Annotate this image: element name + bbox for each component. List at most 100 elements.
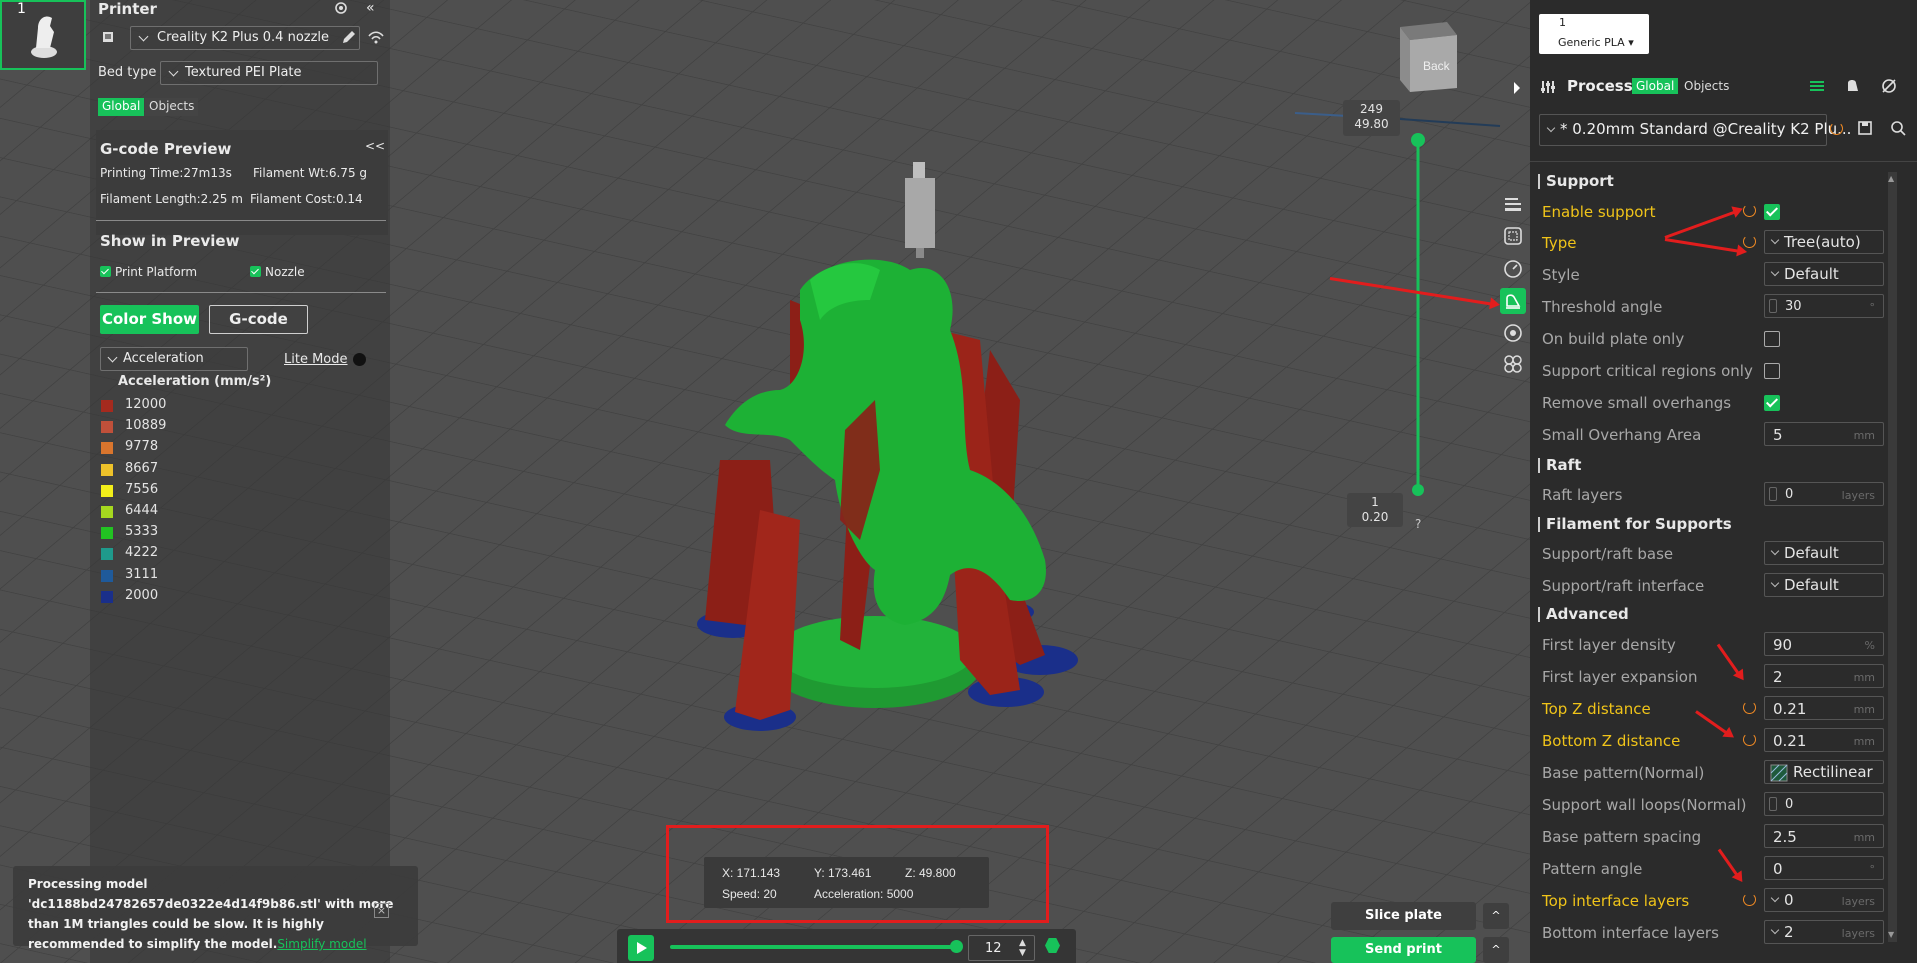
bed-type-select[interactable]: Textured PEI Plate	[160, 61, 378, 85]
printer-collapse-icon[interactable]: «	[366, 0, 375, 16]
color-show-button[interactable]: Color Show	[100, 305, 199, 334]
first-expansion-input[interactable]: 2 mm	[1764, 664, 1884, 688]
pattern-spacing-unit: mm	[1853, 831, 1875, 844]
raft-base-select[interactable]: Default	[1764, 541, 1884, 565]
raft-layers-input[interactable]: 0 layers	[1764, 482, 1884, 506]
pattern-angle-input[interactable]: 0 °	[1764, 856, 1884, 880]
slice-plate-button[interactable]: Slice plate	[1331, 902, 1476, 930]
filament-length: Filament Length:2.25 m	[100, 192, 243, 206]
build-plate-only-row: On build plate only	[1542, 323, 1887, 355]
advanced-toggle-icon[interactable]	[1844, 77, 1862, 95]
slice-options-button[interactable]: ^	[1483, 903, 1509, 929]
nozzle-checkbox[interactable]	[250, 266, 261, 277]
gcode-preview-collapse-icon[interactable]: <<	[365, 139, 385, 153]
legend-swatch	[101, 548, 113, 561]
reset-icon[interactable]	[1743, 893, 1756, 906]
box-select-icon[interactable]	[1503, 226, 1523, 246]
style-select[interactable]: Default	[1764, 262, 1884, 286]
help-icon[interactable]: ?	[1415, 517, 1421, 531]
more-settings-icon[interactable]	[1880, 77, 1898, 95]
stepper-icon[interactable]	[1769, 299, 1777, 313]
top-interface-input[interactable]: 0 layers	[1764, 888, 1884, 912]
preset-select[interactable]: * 0.20mm Standard @Creality K2 Plu...	[1539, 114, 1851, 146]
view-cube[interactable]: Back	[1400, 22, 1457, 92]
first-density-input[interactable]: 90%	[1764, 632, 1884, 656]
printer-icon	[103, 32, 113, 42]
speedometer-icon[interactable]	[1503, 258, 1523, 278]
gcode-button[interactable]: G-code	[209, 305, 308, 334]
layer-top-height: 49.80	[1354, 117, 1389, 131]
stepper-icon[interactable]	[1769, 797, 1777, 811]
wifi-icon[interactable]	[366, 28, 386, 46]
print-platform-checkbox[interactable]	[100, 266, 111, 277]
threshold-input[interactable]: 30 °	[1764, 294, 1884, 318]
enable-support-row: Enable support	[1542, 196, 1887, 228]
filament-cost: Filament Cost:0.14	[250, 192, 363, 206]
printer-settings-icon[interactable]	[332, 0, 350, 16]
save-preset-icon[interactable]	[1857, 120, 1873, 136]
lite-mode-toggle[interactable]	[353, 353, 366, 366]
stepper-icon[interactable]	[1769, 487, 1777, 501]
process-tab-objects[interactable]: Objects	[1680, 78, 1733, 94]
printer-tab-global[interactable]: Global	[98, 98, 145, 116]
remove-small-checkbox[interactable]	[1764, 395, 1780, 411]
layer-slider-bottom-handle[interactable]	[1412, 484, 1424, 496]
view-type-select[interactable]: Acceleration	[100, 347, 248, 371]
compare-icon[interactable]	[1808, 78, 1826, 94]
top-z-input[interactable]: 0.21 mm	[1764, 696, 1884, 720]
critical-regions-checkbox[interactable]	[1764, 363, 1780, 379]
send-print-button[interactable]: Send print	[1331, 937, 1476, 963]
search-icon[interactable]	[1890, 120, 1906, 136]
scroll-down-icon[interactable]: ▼	[1888, 930, 1894, 939]
layer-mode-icon[interactable]	[1045, 938, 1060, 953]
edit-printer-icon[interactable]	[340, 28, 358, 46]
preset-reset-icon[interactable]	[1830, 122, 1843, 135]
layers-icon[interactable]	[1503, 194, 1523, 214]
right-panel-collapse-icon[interactable]	[1514, 82, 1520, 94]
bottom-z-input[interactable]: 0.21 mm	[1764, 728, 1884, 752]
close-notification-icon[interactable]: ×	[374, 903, 389, 918]
reset-icon[interactable]	[1743, 733, 1756, 746]
style-value: Default	[1784, 265, 1839, 283]
assembly-icon[interactable]	[1503, 354, 1523, 374]
layer-bottom-num: 1	[1371, 495, 1379, 509]
build-plate-only-checkbox[interactable]	[1764, 331, 1780, 347]
plate-thumbnail[interactable]: 1	[0, 0, 86, 70]
type-select[interactable]: Tree(auto)	[1764, 230, 1884, 254]
notification-text: Processing model 'dc1188bd24782657de0322…	[28, 874, 403, 954]
raft-interface-select[interactable]: Default	[1764, 573, 1884, 597]
first-expansion-value: 2	[1773, 668, 1783, 686]
settings-scrollbar[interactable]	[1888, 172, 1897, 942]
type-value: Tree(auto)	[1784, 233, 1861, 251]
play-button[interactable]	[628, 935, 654, 961]
pattern-spacing-input[interactable]: 2.5 mm	[1764, 824, 1884, 848]
process-tab-global[interactable]: Global	[1632, 78, 1679, 94]
filament-card[interactable]: 1 Generic PLA ▾	[1539, 14, 1649, 54]
scroll-up-icon[interactable]: ▲	[1888, 174, 1894, 183]
send-options-button[interactable]: ^	[1483, 937, 1509, 963]
chevron-down-icon	[1770, 925, 1780, 935]
bottom-interface-input[interactable]: 2 layers	[1764, 920, 1884, 944]
legend-row: 8667	[98, 460, 298, 481]
simplify-model-link[interactable]: Simplify model	[277, 937, 366, 951]
move-stepper-icon[interactable]: ▲ ▼	[1019, 938, 1026, 958]
layer-slider-top-handle[interactable]	[1411, 133, 1425, 147]
seam-icon[interactable]	[1503, 323, 1523, 343]
move-slider-handle[interactable]	[950, 940, 963, 953]
printer-select[interactable]: Creality K2 Plus 0.4 nozzle	[130, 26, 360, 50]
reset-icon[interactable]	[1743, 701, 1756, 714]
lite-mode-link[interactable]: Lite Mode	[284, 352, 348, 367]
base-pattern-select[interactable]: Rectilinear	[1764, 760, 1884, 784]
enable-support-checkbox[interactable]	[1764, 204, 1780, 220]
move-value-field[interactable]: 12 ▲ ▼	[968, 935, 1035, 961]
wall-loops-input[interactable]: 0	[1764, 792, 1884, 816]
support-paint-button[interactable]	[1500, 288, 1526, 314]
threshold-value: 30	[1785, 299, 1802, 314]
raft-base-row: Support/raft base Default	[1542, 538, 1887, 570]
pattern-angle-value: 0	[1773, 860, 1783, 878]
type-label: Type	[1542, 234, 1577, 252]
reset-icon[interactable]	[1743, 204, 1756, 217]
move-slider-track[interactable]	[670, 945, 958, 949]
small-area-input[interactable]: 5 mm	[1764, 422, 1884, 446]
printer-tab-objects[interactable]: Objects	[145, 98, 199, 116]
